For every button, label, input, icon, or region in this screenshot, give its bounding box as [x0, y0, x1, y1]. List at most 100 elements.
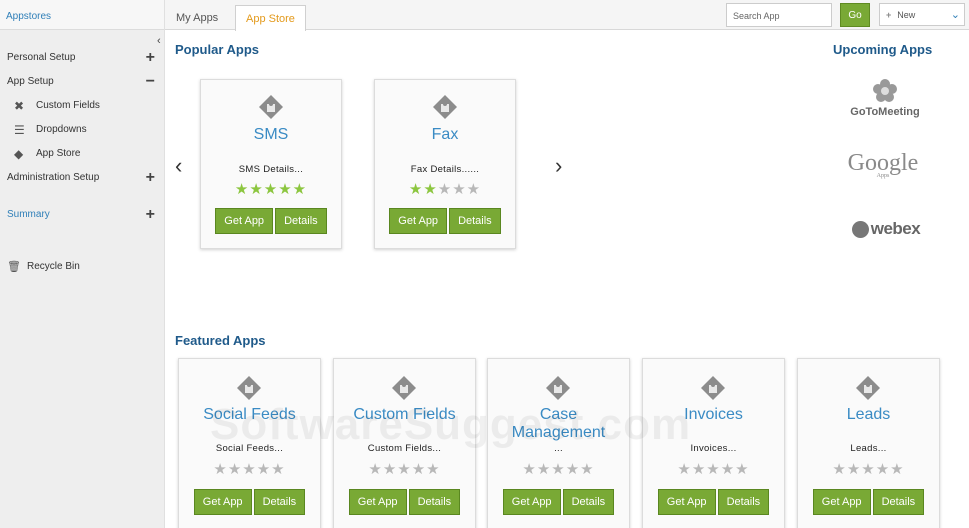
star-icon[interactable]: ★ — [438, 181, 452, 198]
expand-plus-icon[interactable]: + — [146, 169, 155, 187]
star-icon[interactable]: ★ — [412, 461, 426, 478]
star-icon[interactable]: ★ — [677, 461, 691, 478]
details-button[interactable]: Details — [717, 489, 770, 515]
flower-icon — [873, 79, 897, 102]
featured-apps-title: Featured Apps — [175, 333, 266, 348]
sidebar-item-label: App Setup — [7, 76, 54, 87]
puzzle-icon — [392, 376, 416, 400]
app-card-sms: SMS SMS Details... ★★★★★ Get App Details — [200, 79, 342, 249]
tab-my-apps[interactable]: My Apps — [166, 5, 228, 30]
sidebar-item-summary[interactable]: Summary + — [7, 206, 157, 225]
go-button[interactable]: Go — [840, 3, 870, 27]
star-icon[interactable]: ★ — [257, 461, 271, 478]
star-icon[interactable]: ★ — [861, 461, 875, 478]
star-icon[interactable]: ★ — [452, 181, 466, 198]
prev-arrow-icon[interactable]: ‹ — [175, 153, 182, 179]
expand-plus-icon[interactable]: + — [146, 49, 155, 67]
gotomeeting-logo: GoToMeeting — [845, 78, 925, 118]
get-app-button[interactable]: Get App — [812, 489, 871, 515]
get-app-button[interactable]: Get App — [502, 489, 561, 515]
get-app-button[interactable]: Get App — [389, 208, 448, 234]
puzzle-icon — [433, 95, 457, 119]
star-icon[interactable]: ★ — [235, 181, 249, 198]
sidebar-item-label: Dropdowns — [36, 124, 87, 135]
app-description: Fax Details...... — [410, 164, 480, 175]
details-button[interactable]: Details — [408, 489, 461, 515]
star-icon[interactable]: ★ — [467, 181, 481, 198]
sidebar-item-recycle-bin[interactable]: 🗑 Recycle Bin — [7, 260, 157, 276]
star-icon[interactable]: ★ — [537, 461, 551, 478]
star-icon[interactable]: ★ — [890, 461, 904, 478]
get-app-button[interactable]: Get App — [348, 489, 407, 515]
trash-icon: 🗑 — [7, 261, 21, 273]
collapse-minus-icon[interactable]: − — [146, 73, 155, 91]
next-arrow-icon[interactable]: › — [555, 153, 562, 179]
new-dropdown[interactable]: + New ⌄ — [879, 3, 965, 26]
star-icon[interactable]: ★ — [721, 461, 735, 478]
collapse-sidebar-icon[interactable]: ‹ — [157, 35, 161, 47]
star-icon[interactable]: ★ — [566, 461, 580, 478]
star-icon[interactable]: ★ — [368, 461, 382, 478]
star-icon[interactable]: ★ — [397, 461, 411, 478]
rating-stars: ★★★★★ — [201, 180, 341, 198]
google-apps-logo: Google Apps — [841, 150, 925, 179]
star-icon[interactable]: ★ — [242, 461, 256, 478]
sidebar-item-app-store[interactable]: ◆ App Store — [14, 147, 154, 163]
star-icon[interactable]: ★ — [213, 461, 227, 478]
sidebar-item-label: Custom Fields — [36, 100, 100, 111]
sidebar-header[interactable]: Appstores — [0, 0, 164, 30]
sidebar-item-administration-setup[interactable]: Administration Setup + — [7, 169, 157, 188]
rating-stars: ★★★★★ — [375, 180, 515, 198]
star-icon[interactable]: ★ — [383, 461, 397, 478]
webex-logo: webex — [846, 219, 926, 239]
star-icon[interactable]: ★ — [847, 461, 861, 478]
tab-app-store[interactable]: App Store — [235, 5, 306, 31]
star-icon[interactable]: ★ — [228, 461, 242, 478]
rating-stars: ★★★★★ — [488, 460, 629, 478]
tools-icon: ✖ — [14, 99, 25, 113]
details-button[interactable]: Details — [275, 208, 327, 234]
app-name[interactable]: SMS — [201, 126, 341, 144]
expand-plus-icon[interactable]: + — [146, 206, 155, 224]
app-card-leads: Leads Leads... ★★★★★ Get App Details — [797, 358, 940, 528]
rating-stars: ★★★★★ — [798, 460, 939, 478]
star-icon[interactable]: ★ — [278, 181, 292, 198]
search-input[interactable]: Search App — [726, 3, 832, 27]
rating-stars: ★★★★★ — [643, 460, 784, 478]
list-icon: ☰ — [14, 123, 25, 137]
details-button[interactable]: Details — [562, 489, 615, 515]
details-button[interactable]: Details — [253, 489, 306, 515]
star-icon[interactable]: ★ — [551, 461, 565, 478]
sidebar-item-dropdowns[interactable]: ☰ Dropdowns — [14, 123, 154, 139]
star-icon[interactable]: ★ — [735, 461, 749, 478]
sidebar-item-personal-setup[interactable]: Personal Setup + — [7, 49, 157, 68]
star-icon[interactable]: ★ — [271, 461, 285, 478]
star-icon[interactable]: ★ — [409, 181, 423, 198]
get-app-button[interactable]: Get App — [215, 208, 274, 234]
details-button[interactable]: Details — [449, 208, 501, 234]
rating-stars: ★★★★★ — [334, 460, 475, 478]
details-button[interactable]: Details — [872, 489, 925, 515]
star-icon[interactable]: ★ — [293, 181, 307, 198]
sidebar-item-app-setup[interactable]: App Setup − — [7, 73, 157, 92]
plus-icon: + — [886, 10, 892, 20]
star-icon[interactable]: ★ — [876, 461, 890, 478]
get-app-button[interactable]: Get App — [657, 489, 716, 515]
star-icon[interactable]: ★ — [249, 181, 263, 198]
sidebar-item-label: App Store — [36, 148, 81, 159]
star-icon[interactable]: ★ — [423, 181, 437, 198]
star-icon[interactable]: ★ — [706, 461, 720, 478]
app-name[interactable]: Fax — [375, 126, 515, 144]
star-icon[interactable]: ★ — [522, 461, 536, 478]
star-icon[interactable]: ★ — [580, 461, 594, 478]
star-icon[interactable]: ★ — [426, 461, 440, 478]
star-icon[interactable]: ★ — [264, 181, 278, 198]
puzzle-icon — [237, 376, 261, 400]
top-bar: My Apps App Store Search App Go + New ⌄ — [165, 0, 969, 31]
star-icon[interactable]: ★ — [832, 461, 846, 478]
app-name[interactable]: Leads — [798, 406, 939, 424]
globe-icon — [851, 221, 869, 239]
get-app-button[interactable]: Get App — [193, 489, 252, 515]
sidebar-item-custom-fields[interactable]: ✖ Custom Fields — [14, 99, 154, 115]
star-icon[interactable]: ★ — [692, 461, 706, 478]
